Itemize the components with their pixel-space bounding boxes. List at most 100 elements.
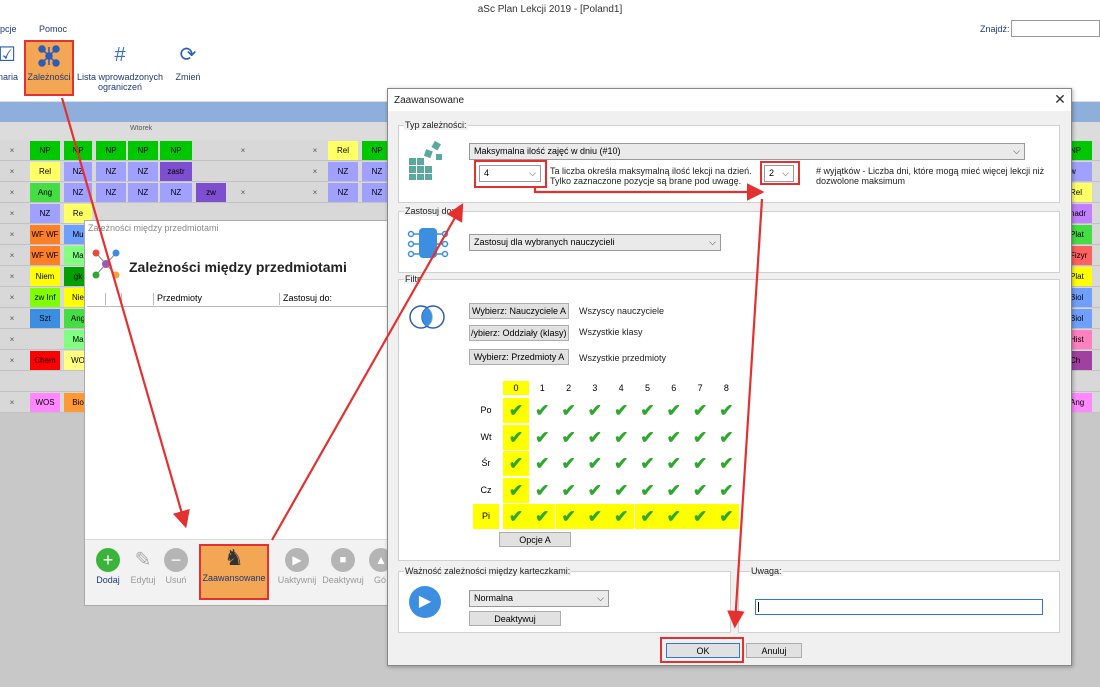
period-header[interactable]: 4 bbox=[608, 381, 634, 395]
period-check-icon[interactable]: ✔ bbox=[634, 451, 661, 476]
period-check-icon[interactable]: ✔ bbox=[581, 451, 608, 476]
timetable-cell[interactable]: WOS bbox=[30, 393, 60, 412]
period-check-icon[interactable]: ✔ bbox=[660, 398, 687, 423]
col-przedmioty[interactable]: Przedmioty bbox=[153, 293, 277, 305]
period-check-icon[interactable]: ✔ bbox=[660, 504, 687, 529]
period-check-icon[interactable]: ✔ bbox=[608, 451, 635, 476]
timetable-cell[interactable]: × bbox=[0, 309, 24, 328]
period-check-icon[interactable]: ✔ bbox=[503, 451, 529, 476]
apply-to-select[interactable]: Zastosuj dla wybranych nauczycieli ⌵ bbox=[469, 234, 721, 251]
find-input[interactable] bbox=[1011, 20, 1100, 37]
period-check-icon[interactable]: ✔ bbox=[529, 424, 556, 450]
timetable-cell[interactable]: Ang bbox=[30, 183, 60, 202]
close-icon[interactable]: ✕ bbox=[1052, 91, 1068, 108]
period-check-icon[interactable]: ✔ bbox=[713, 398, 740, 423]
menu-pomoc[interactable]: Pomoc bbox=[39, 24, 67, 34]
period-check-icon[interactable]: ✔ bbox=[555, 504, 582, 529]
day-label[interactable]: Śr bbox=[473, 451, 499, 476]
period-check-icon[interactable]: ✔ bbox=[608, 477, 635, 503]
period-check-icon[interactable]: ✔ bbox=[687, 477, 714, 503]
cancel-button[interactable]: Anuluj bbox=[746, 643, 802, 658]
timetable-cell[interactable]: zw bbox=[196, 183, 226, 202]
period-check-icon[interactable]: ✔ bbox=[608, 504, 635, 529]
period-header[interactable]: 5 bbox=[635, 381, 661, 395]
period-check-icon[interactable]: ✔ bbox=[660, 477, 687, 503]
menu-opcje[interactable]: pcje bbox=[0, 24, 17, 34]
timetable-cell[interactable]: Rel bbox=[30, 162, 60, 181]
period-check-icon[interactable]: ✔ bbox=[503, 398, 529, 423]
timetable-cell[interactable]: × bbox=[300, 162, 330, 181]
period-check-icon[interactable]: ✔ bbox=[581, 477, 608, 503]
timetable-cell[interactable]: × bbox=[228, 141, 258, 160]
period-check-icon[interactable]: ✔ bbox=[555, 424, 582, 450]
period-check-icon[interactable]: ✔ bbox=[634, 424, 661, 450]
ribbon-button-zmien[interactable]: ⟳ Zmień bbox=[172, 40, 204, 98]
day-label[interactable]: Cz bbox=[473, 478, 499, 503]
period-check-icon[interactable]: ✔ bbox=[687, 424, 714, 450]
timetable-cell[interactable]: NP bbox=[160, 141, 192, 160]
period-header[interactable]: 7 bbox=[687, 381, 713, 395]
timetable-cell[interactable]: NP bbox=[96, 141, 126, 160]
importance-select[interactable]: Normalna ⌵ bbox=[469, 590, 609, 607]
timetable-cell[interactable]: × bbox=[300, 141, 330, 160]
timetable-cell[interactable]: NZ bbox=[128, 183, 158, 202]
timetable-cell[interactable]: NZ bbox=[160, 183, 192, 202]
period-check-icon[interactable]: ✔ bbox=[503, 504, 529, 529]
timetable-cell[interactable]: × bbox=[300, 183, 330, 202]
period-header[interactable]: 2 bbox=[556, 381, 582, 395]
timetable-cell[interactable]: × bbox=[0, 393, 24, 412]
timetable-cell[interactable]: NZ bbox=[64, 162, 92, 181]
period-check-icon[interactable]: ✔ bbox=[634, 504, 661, 529]
timetable-cell[interactable]: × bbox=[0, 267, 24, 286]
period-check-icon[interactable]: ✔ bbox=[529, 451, 556, 476]
period-check-icon[interactable]: ✔ bbox=[687, 451, 714, 476]
period-check-icon[interactable]: ✔ bbox=[503, 477, 529, 503]
period-check-icon[interactable]: ✔ bbox=[608, 398, 635, 423]
select-teachers-button[interactable]: Wybierz: Nauczyciele A bbox=[469, 303, 569, 319]
advanced-button[interactable]: ♞ Zaawansowane bbox=[199, 544, 269, 600]
timetable-cell[interactable]: Szt bbox=[30, 309, 60, 328]
timetable-cell[interactable]: NP bbox=[128, 141, 158, 160]
period-check-icon[interactable]: ✔ bbox=[634, 477, 661, 503]
timetable-cell[interactable]: × bbox=[0, 288, 24, 307]
timetable-cell[interactable] bbox=[30, 372, 60, 391]
dependency-type-select[interactable]: Maksymalna ilość zajęć w dniu (#10) ⌵ bbox=[469, 143, 1025, 160]
timetable-cell[interactable]: × bbox=[0, 351, 24, 370]
period-check-icon[interactable]: ✔ bbox=[713, 504, 740, 529]
timetable-cell[interactable]: × bbox=[0, 183, 24, 202]
timetable-cell[interactable]: × bbox=[0, 162, 24, 181]
timetable-cell[interactable]: × bbox=[228, 183, 258, 202]
timetable-cell[interactable]: × bbox=[0, 246, 24, 265]
timetable-cell[interactable]: NZ bbox=[328, 162, 358, 181]
period-check-icon[interactable]: ✔ bbox=[529, 477, 556, 503]
timetable-cell[interactable]: NZ bbox=[96, 162, 126, 181]
timetable-cell[interactable]: zw Inf bbox=[30, 288, 60, 307]
deactivate-button[interactable]: ■ Deaktywuj bbox=[321, 548, 365, 585]
period-check-icon[interactable]: ✔ bbox=[555, 451, 582, 476]
timetable-cell[interactable] bbox=[30, 330, 60, 349]
period-header[interactable]: 6 bbox=[661, 381, 687, 395]
timetable-cell[interactable]: × bbox=[0, 225, 24, 244]
select-classes-button[interactable]: /ybierz: Oddziały (klasy) A bbox=[469, 325, 569, 341]
timetable-cell[interactable]: × bbox=[0, 141, 24, 160]
period-check-icon[interactable]: ✔ bbox=[503, 424, 529, 450]
timetable-cell[interactable]: × bbox=[0, 204, 24, 223]
period-check-icon[interactable]: ✔ bbox=[581, 398, 608, 423]
period-check-icon[interactable]: ✔ bbox=[687, 504, 714, 529]
timetable-cell[interactable]: NZ bbox=[30, 204, 60, 223]
edit-button[interactable]: ✎ Edytuj bbox=[127, 548, 159, 585]
delete-button[interactable]: − Usuń bbox=[161, 548, 191, 585]
activate-button[interactable]: ▶ Uaktywnij bbox=[277, 548, 317, 585]
day-label[interactable]: Pi bbox=[473, 504, 499, 529]
select-subjects-button[interactable]: Wybierz: Przedmioty A bbox=[469, 349, 569, 365]
timetable-cell[interactable]: × bbox=[0, 330, 24, 349]
day-label[interactable]: Po bbox=[473, 398, 499, 423]
timetable-cell[interactable]: NZ bbox=[328, 183, 358, 202]
period-header[interactable]: 3 bbox=[582, 381, 608, 395]
period-check-icon[interactable]: ✔ bbox=[555, 398, 582, 423]
timetable-cell[interactable]: WF WF bbox=[30, 246, 60, 265]
timetable-cell[interactable]: NZ bbox=[128, 162, 158, 181]
day-label[interactable]: Wt bbox=[473, 425, 499, 450]
timetable-cell[interactable]: NZ bbox=[96, 183, 126, 202]
col-zastosuj[interactable]: Zastosuj do: bbox=[279, 293, 391, 305]
